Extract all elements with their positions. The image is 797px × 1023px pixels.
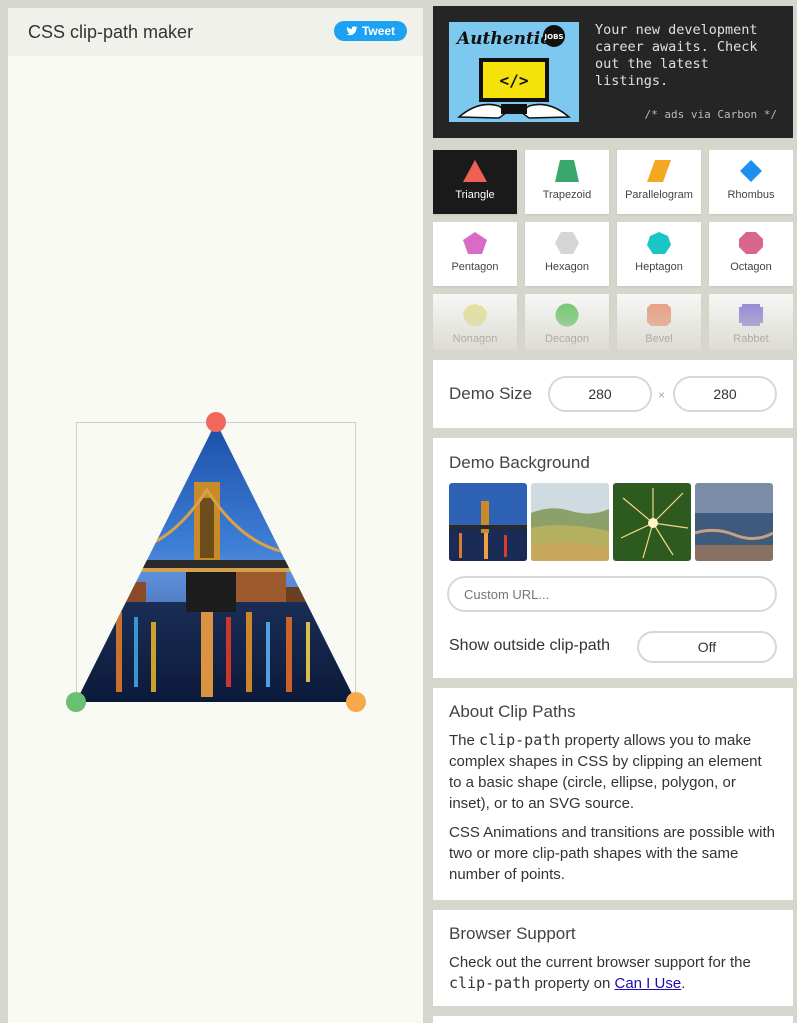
rabbet-icon <box>739 304 763 326</box>
editor-panel: CSS clip-path maker Tweet <box>8 8 423 1023</box>
shape-label: Triangle <box>455 189 495 201</box>
shape-tile-decagon[interactable]: Decagon <box>525 294 609 350</box>
handle-bottom-right[interactable] <box>346 692 366 712</box>
parallelogram-icon <box>647 160 671 182</box>
about-card: About Clip Paths The clip-path property … <box>433 688 793 900</box>
size-separator: × <box>658 388 666 402</box>
shape-tile-nonagon[interactable]: Nonagon <box>433 294 517 350</box>
shape-tile-triangle[interactable]: Triangle <box>433 150 517 214</box>
ad-brand: Authentic <box>455 29 551 49</box>
bevel-icon <box>647 304 671 326</box>
rhombus-icon <box>740 160 762 182</box>
pentagon-icon <box>463 232 487 254</box>
show-outside-toggle[interactable]: Off <box>637 631 777 663</box>
shape-tile-pentagon[interactable]: Pentagon <box>433 222 517 286</box>
about-text: The <box>449 732 480 749</box>
shape-label: Decagon <box>544 333 590 345</box>
show-outside-toggle-label: Off <box>697 639 717 655</box>
about-paragraph-2: CSS Animations and transitions are possi… <box>449 824 776 883</box>
support-text-mid: property on <box>530 975 615 992</box>
shape-picker: Triangle Trapezoid Parallelogram Rhombus Pen… <box>433 150 793 350</box>
octagon-icon <box>739 232 763 254</box>
code-icon: </> <box>500 71 529 90</box>
shape-tile-parallelogram[interactable]: Parallelogram <box>617 150 701 214</box>
heptagon-icon <box>647 232 671 254</box>
demo-stage <box>8 8 423 1023</box>
can-i-use-link[interactable]: Can I Use <box>615 975 682 992</box>
triangle-icon <box>463 160 487 182</box>
browser-support-card: Browser Support Check out the current br… <box>433 910 793 1006</box>
support-text: Check out the current browser support fo… <box>449 954 751 971</box>
clip-path-code: clip-path <box>479 731 561 749</box>
shape-tile-rabbet[interactable]: Rabbet <box>709 294 793 350</box>
shape-tile-bevel[interactable]: Bevel <box>617 294 701 350</box>
shape-label: Heptagon <box>635 261 683 273</box>
demo-height-input[interactable] <box>673 376 777 412</box>
handle-top[interactable] <box>206 412 226 432</box>
shape-label: Bevel <box>645 333 673 345</box>
nonagon-icon <box>463 304 487 326</box>
support-text-end: . <box>681 975 686 992</box>
demo-background-label: Demo Background <box>449 453 590 472</box>
shape-tile-trapezoid[interactable]: Trapezoid <box>525 150 609 214</box>
shape-tile-heptagon[interactable]: Heptagon <box>617 222 701 286</box>
background-thumb-hills[interactable] <box>531 483 609 561</box>
demo-background-card: Demo Background Show outside clip-path <box>433 438 793 678</box>
trapezoid-icon <box>555 160 579 182</box>
shape-tile-rhombus[interactable]: Rhombus <box>709 150 793 214</box>
shape-label: Octagon <box>730 261 772 273</box>
background-thumb-bridge[interactable] <box>449 483 527 561</box>
hexagon-icon <box>555 232 579 254</box>
next-card <box>433 1016 793 1023</box>
about-title: About Clip Paths <box>449 702 576 721</box>
about-paragraph-1: The clip-path property allows you to mak… <box>449 730 777 814</box>
show-outside-label: Show outside clip-path <box>449 637 610 654</box>
demo-size-label: Demo Size <box>449 384 533 403</box>
ad-image: Authentic JOBS </> <box>449 22 579 122</box>
background-thumb-ocean[interactable] <box>695 483 773 561</box>
browser-support-text: Check out the current browser support fo… <box>449 952 777 994</box>
background-thumb-sparkler[interactable] <box>613 483 691 561</box>
handle-bottom-left[interactable] <box>66 692 86 712</box>
shape-label: Hexagon <box>544 261 590 273</box>
demo-size-card: Demo Size × <box>433 360 793 428</box>
ad-text: Your new development career awaits. Chec… <box>595 22 758 89</box>
shape-label: Rhombus <box>727 189 775 201</box>
shape-label: Parallelogram <box>625 189 693 201</box>
browser-support-title: Browser Support <box>449 924 576 943</box>
shape-label: Rabbet <box>733 333 769 345</box>
shape-tile-hexagon[interactable]: Hexagon <box>525 222 609 286</box>
custom-url-input[interactable] <box>447 576 777 612</box>
ad-badge: JOBS <box>544 33 564 41</box>
carbon-ad[interactable]: Authentic JOBS </> Your new development … <box>433 6 793 138</box>
shape-label: Trapezoid <box>542 189 592 201</box>
shape-tile-octagon[interactable]: Octagon <box>709 222 793 286</box>
demo-width-input[interactable] <box>548 376 652 412</box>
shape-label: Pentagon <box>451 261 499 273</box>
support-code: clip-path <box>449 974 531 992</box>
shape-label: Nonagon <box>452 333 498 345</box>
ad-credit: /* ads via Carbon */ <box>644 108 777 121</box>
decagon-icon <box>555 303 579 327</box>
